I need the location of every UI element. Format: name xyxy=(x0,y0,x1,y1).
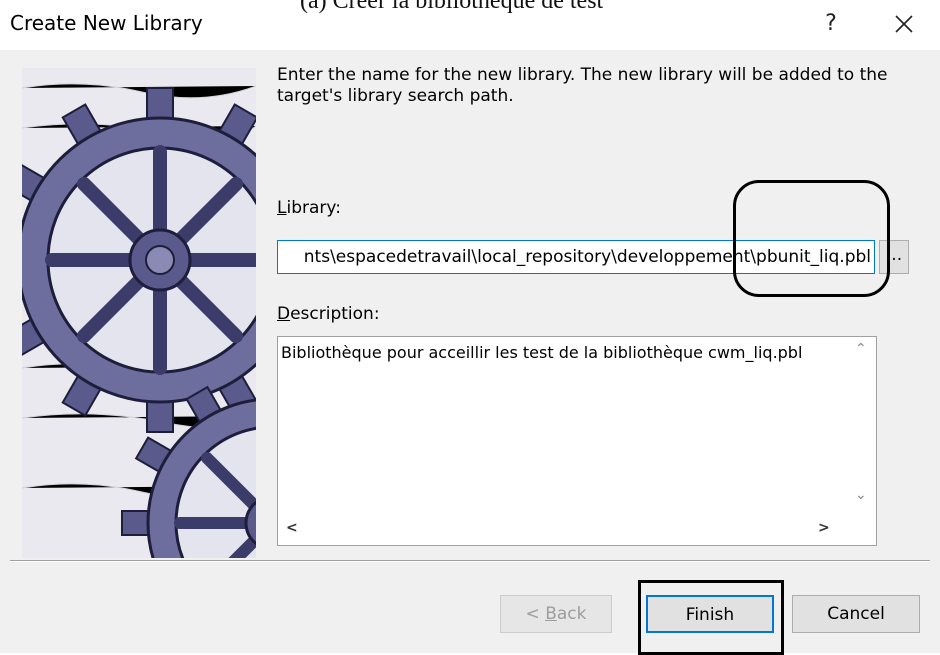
separator xyxy=(10,560,930,562)
library-label-text: ibrary: xyxy=(286,198,341,218)
scroll-right-icon[interactable]: > xyxy=(818,520,830,536)
description-label: Description: xyxy=(277,304,380,324)
close-button[interactable] xyxy=(886,8,922,40)
cancel-button[interactable]: Cancel xyxy=(792,595,920,633)
highlight-circle xyxy=(733,180,890,297)
back-prefix: < xyxy=(525,604,546,624)
library-label: Library: xyxy=(277,198,341,218)
window-title: Create New Library xyxy=(10,11,203,35)
close-icon xyxy=(895,15,913,33)
description-textarea[interactable]: Bibliothèque pour acceillir les test de … xyxy=(277,336,877,546)
gears-illustration xyxy=(22,68,256,558)
scroll-down-icon[interactable]: ⌄ xyxy=(855,487,867,503)
back-label: ack xyxy=(556,604,587,624)
back-accesskey: B xyxy=(545,604,557,624)
scroll-up-icon[interactable]: ⌃ xyxy=(855,341,867,357)
dialog-body: Enter the name for the new library. The … xyxy=(0,50,940,655)
description-label-accesskey: D xyxy=(277,304,291,324)
scroll-left-icon[interactable]: < xyxy=(286,520,298,536)
instruction-text: Enter the name for the new library. The … xyxy=(277,65,888,106)
description-label-text: escription: xyxy=(290,304,380,324)
title-bar: Create New Library ? xyxy=(0,0,940,50)
help-button[interactable]: ? xyxy=(816,8,846,40)
description-value: Bibliothèque pour acceillir les test de … xyxy=(281,343,803,362)
horizontal-scrollbar[interactable]: < > xyxy=(278,517,846,545)
highlight-rectangle xyxy=(638,580,784,655)
vertical-scrollbar[interactable]: ⌃ ⌄ xyxy=(846,337,876,517)
back-button[interactable]: < Back xyxy=(500,595,612,633)
